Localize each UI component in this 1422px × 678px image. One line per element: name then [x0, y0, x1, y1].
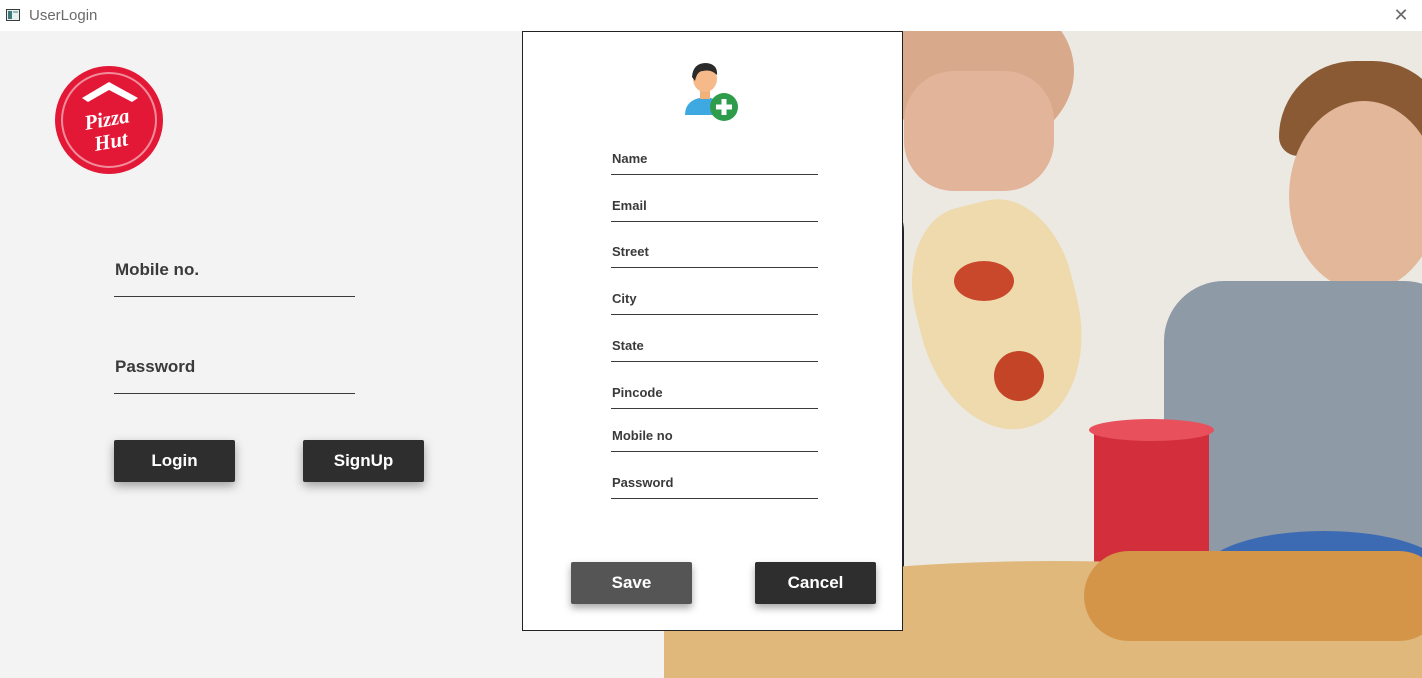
state-label: State [612, 338, 644, 353]
signup-dialog: Name Email Street City State Pincode Mob… [522, 31, 903, 631]
pincode-label: Pincode [612, 385, 663, 400]
email-field[interactable] [611, 221, 818, 222]
pizza-hut-logo: Pizza Hut [55, 66, 163, 174]
mobile-no-field[interactable] [611, 451, 818, 452]
signup-password-label: Password [612, 475, 674, 490]
email-label: Email [612, 198, 647, 213]
title-bar: UserLogin ✕ [0, 0, 1422, 32]
mobile-label: Mobile no. [115, 260, 200, 279]
state-field[interactable] [611, 361, 818, 362]
name-label: Name [612, 151, 648, 166]
cancel-button[interactable]: Cancel [755, 562, 876, 604]
mobile-no-label: Mobile no [612, 428, 673, 443]
street-label: Street [612, 244, 649, 259]
city-label: City [612, 291, 637, 306]
window-title: UserLogin [29, 7, 98, 24]
app-icon [6, 9, 20, 21]
close-button[interactable]: ✕ [1390, 4, 1412, 26]
pincode-field[interactable] [611, 408, 818, 409]
signup-password-field[interactable] [611, 498, 818, 499]
mobile-input[interactable] [114, 296, 355, 297]
add-user-icon [685, 63, 738, 121]
password-label: Password [115, 357, 196, 376]
city-field[interactable] [611, 314, 818, 315]
save-button[interactable]: Save [571, 562, 692, 604]
street-field[interactable] [611, 267, 818, 268]
signup-button[interactable]: SignUp [303, 440, 424, 482]
password-input[interactable] [114, 393, 355, 394]
login-button[interactable]: Login [114, 440, 235, 482]
name-field[interactable] [611, 174, 818, 175]
